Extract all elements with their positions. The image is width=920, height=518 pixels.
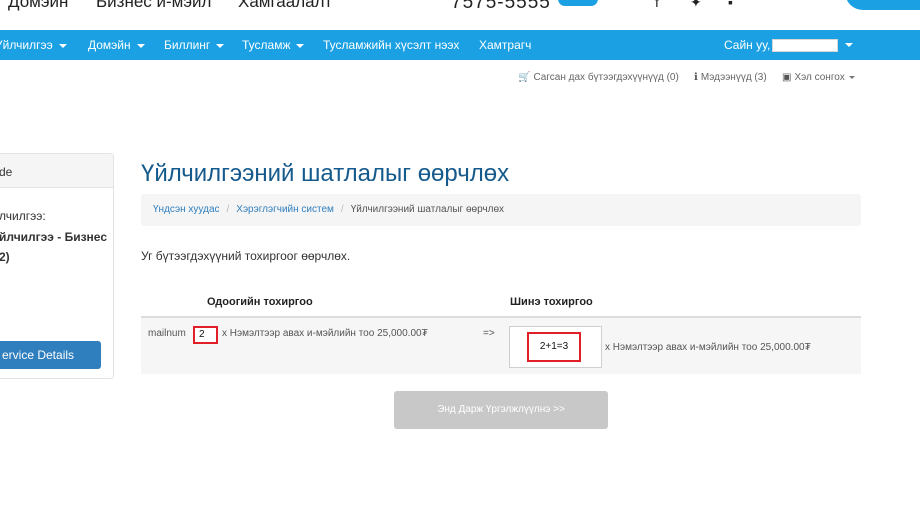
top-link-domain[interactable]: Домэйн — [8, 0, 68, 12]
nav-item-label: Тусламж — [242, 38, 291, 52]
new-option-description: x Нэмэлтээр авах и-мэйлийн тоо 25,000.00… — [605, 342, 811, 353]
new-value-highlight: 2+1=3 — [527, 332, 581, 362]
breadcrumb-separator: / — [340, 204, 344, 215]
sidebar-header: de — [0, 154, 113, 188]
nav-item-domain[interactable]: Домэйн — [88, 30, 145, 60]
language-label: Хэл сонгох — [794, 72, 845, 83]
phone-number: 7575-5555 — [451, 0, 551, 13]
cart-link-label: Сагсан дах бүтээгдэхүүнүүд (0) — [533, 72, 679, 83]
current-option-description: x Нэмэлтээр авах и-мэйлийн тоо 25,000.00… — [222, 328, 428, 339]
continue-button[interactable]: Энд Дарж Үргэлжлүүлнэ >> — [394, 391, 608, 429]
user-menu-chevron-icon[interactable] — [845, 43, 853, 47]
info-icon: ℹ — [694, 72, 698, 83]
option-name: mailnum — [148, 328, 186, 339]
account-icon[interactable]: ▪ — [728, 0, 733, 10]
nav-item-label: Хамтрагч — [479, 38, 532, 52]
nav-item-label: Домэйн — [88, 38, 131, 52]
cart-link[interactable]: 🛒 Сагсан дах бүтээгдэхүүнүүд (0) — [518, 72, 679, 83]
service-details-button[interactable]: ervice Details — [0, 341, 101, 369]
chevron-down-icon — [296, 43, 305, 48]
sidebar-service-name: йлчилгээ - Бизнес — [0, 230, 107, 244]
chevron-down-icon — [216, 43, 225, 48]
breadcrumb-separator: / — [226, 204, 230, 215]
column-header-new: Шинэ тохиргоо — [510, 296, 593, 308]
main-navbar: Үйлчилгээ Домэйн Биллинг Тусламж Тусламж… — [0, 30, 920, 60]
nav-item-support[interactable]: Тусламж — [242, 30, 305, 60]
column-header-current: Одоогийн тохиргоо — [207, 296, 313, 308]
nav-item-label: Үйлчилгээ — [0, 38, 53, 52]
current-value-field: 2 — [193, 326, 218, 344]
language-selector[interactable]: ▣ Хэл сонгох — [782, 72, 855, 83]
notifications-label: Мэдээнүүд (3) — [700, 72, 767, 83]
breadcrumb-client-area[interactable]: Хэрэглэгчийн систем — [236, 204, 334, 215]
top-header: Домэйн Бизнес и-мэйл Хамгаалалт 7575-555… — [0, 0, 920, 30]
language-icon: ▣ — [782, 72, 792, 83]
sidebar-service-label: лчилгээ: — [0, 209, 46, 223]
notifications-link[interactable]: ℹ Мэдээнүүд (3) — [694, 72, 767, 83]
cart-icon: 🛒 — [518, 72, 531, 83]
nav-item-billing[interactable]: Биллинг — [164, 30, 225, 60]
sidebar-service-suffix: 2) — [0, 250, 10, 264]
chevron-down-icon — [136, 43, 145, 48]
arrow-indicator: => — [483, 328, 495, 339]
top-link-business-email[interactable]: Бизнес и-мэйл — [96, 0, 211, 12]
facebook-icon[interactable]: f — [655, 0, 659, 10]
nav-item-label: Тусламжийн хүсэлт нээх — [323, 38, 460, 52]
nav-greeting: Сайн уу, — [724, 38, 771, 52]
phone-badge — [558, 0, 598, 6]
sidebar-heading: de — [0, 165, 13, 179]
chevron-down-icon — [848, 75, 855, 79]
login-button[interactable] — [845, 0, 920, 10]
username-field[interactable] — [772, 39, 838, 52]
nav-item-label: Биллинг — [164, 38, 211, 52]
breadcrumb-current: Үйлчилгээний шатлалыг өөрчлөх — [350, 204, 505, 215]
page-title: Үйлчилгээний шатлалыг өөрчлөх — [141, 160, 510, 187]
nav-item-services[interactable]: Үйлчилгээ — [0, 30, 67, 60]
top-link-security[interactable]: Хамгаалалт — [238, 0, 332, 12]
chevron-down-icon — [58, 43, 67, 48]
nav-item-open-ticket[interactable]: Тусламжийн хүсэлт нээх — [323, 30, 459, 60]
nav-item-affiliate[interactable]: Хамтрагч — [479, 30, 531, 60]
breadcrumb: Үндсэн хуудас / Хэрэглэгчийн систем / Үйлчил… — [141, 194, 861, 226]
twitter-icon[interactable]: ✦ — [690, 0, 702, 11]
intro-text: Уг бүтээгдэхүүний тохиргоог өөрчлөх. — [141, 249, 351, 263]
breadcrumb-home[interactable]: Үндсэн хуудас — [153, 204, 220, 215]
